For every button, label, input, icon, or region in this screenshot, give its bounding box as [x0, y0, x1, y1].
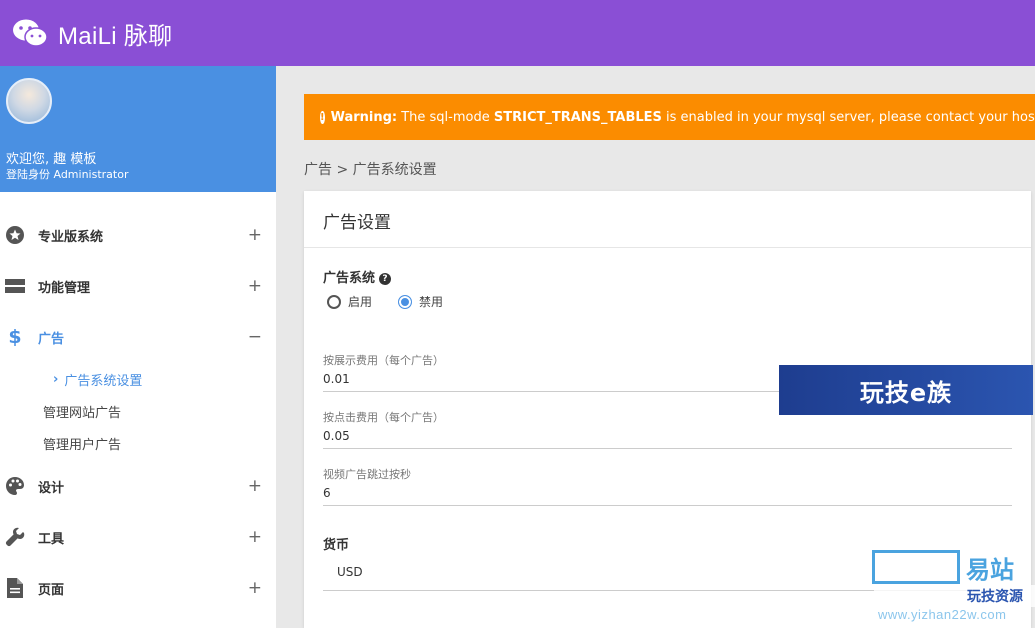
sql-mode-warning: ! Warning: The sql-mode STRICT_TRANS_TAB… [304, 94, 1035, 140]
submenu-item-label: 管理用户广告 [43, 437, 122, 453]
watermark-logo: 易站 玩技资源 www.yizhan22w.com [872, 549, 1035, 628]
video-skip-seconds-input[interactable]: 6 [323, 486, 1012, 506]
user-role: 登陆身份 Administrator [6, 168, 129, 181]
watermark-badge: 玩技e族 [779, 365, 1033, 415]
sidebar-item-label: 广告 [38, 331, 65, 347]
radio-checked-icon[interactable] [398, 294, 412, 309]
watermark-cn-text: 易站 [966, 555, 1014, 584]
star-icon [5, 225, 25, 245]
exclamation-icon: ! [320, 110, 325, 124]
sidebar-item-label: 设计 [38, 480, 65, 496]
sidebar-item-pro-system[interactable]: 专业版系统 + [0, 218, 276, 252]
welcome-text: 欢迎您, 趣 模板 [6, 152, 97, 167]
warning-prefix: Warning: [330, 109, 398, 125]
video-skip-seconds-field[interactable]: 视频广告跳过按秒 6 [323, 466, 1012, 506]
dollar-icon: $ [8, 326, 22, 348]
sidebar-item-tools[interactable]: 工具 + [0, 520, 276, 554]
wrench-icon [5, 527, 25, 547]
watermark-badge-text: 玩技e族 [859, 378, 953, 407]
expand-icon[interactable]: + [248, 578, 262, 598]
top-bar: MaiLi 脉聊 [0, 0, 1035, 66]
currency-label: 货币 [323, 538, 350, 553]
radio-enable[interactable]: 启用 [327, 293, 372, 310]
submenu-item-label: 管理网站广告 [43, 405, 122, 421]
ad-system-field: 广告系统? [323, 267, 392, 286]
expand-icon[interactable]: + [248, 225, 262, 245]
expand-icon[interactable]: + [248, 276, 262, 296]
video-skip-seconds-label: 视频广告跳过按秒 [323, 468, 411, 481]
sidebar-item-ads[interactable]: $ 广告 − [0, 320, 276, 354]
sidebar-item-feature-management[interactable]: 功能管理 + [0, 269, 276, 303]
avatar[interactable] [6, 78, 52, 124]
warning-text-1: The sql-mode [397, 109, 494, 125]
watermark-url: www.yizhan22w.com [878, 607, 1007, 622]
radio-enable-label: 启用 [348, 295, 373, 309]
expand-icon[interactable]: + [248, 527, 262, 547]
palette-icon [5, 476, 25, 496]
divider [304, 247, 1031, 248]
file-icon [5, 578, 25, 598]
expand-icon[interactable]: + [248, 476, 262, 496]
radio-unchecked-icon[interactable] [327, 294, 341, 309]
submenu-item-ad-system-settings[interactable]: › 广告系统设置 [0, 366, 276, 392]
sidebar-item-design[interactable]: 设计 + [0, 469, 276, 503]
warning-text-2: is enabled in your mysql server, please … [666, 109, 1035, 125]
breadcrumb: 广告 > 广告系统设置 [304, 162, 437, 178]
radio-disable-label: 禁用 [419, 295, 444, 309]
cost-per-click-input[interactable]: 0.05 [323, 429, 1012, 449]
sidebar-item-pages[interactable]: 页面 + [0, 571, 276, 605]
cost-per-click-field[interactable]: 按点击费用（每个广告） 0.05 [323, 409, 1012, 449]
question-icon[interactable]: ? [379, 272, 392, 285]
card-title: 广告设置 [323, 213, 391, 233]
sidebar-item-label: 页面 [38, 582, 65, 598]
sidebar-item-label: 功能管理 [38, 280, 91, 296]
sidebar-item-label: 专业版系统 [38, 229, 104, 245]
collapse-icon[interactable]: − [248, 327, 262, 347]
watermark-top: 易站 [872, 549, 1035, 585]
app-brand[interactable]: MaiLi 脉聊 [58, 16, 172, 51]
radio-disable[interactable]: 禁用 [398, 293, 443, 310]
ad-system-label: 广告系统 [323, 271, 376, 286]
profile-panel: 欢迎您, 趣 模板 登陆身份 Administrator [0, 66, 276, 192]
sidebar-item-label: 工具 [38, 531, 65, 547]
bars-icon [5, 276, 25, 296]
sidebar: 欢迎您, 趣 模板 登陆身份 Administrator 专业版系统 + 功能管… [0, 66, 276, 628]
chevron-right-icon: › [53, 371, 59, 387]
submenu-item-manage-user-ads[interactable]: 管理用户广告 [0, 430, 276, 456]
watermark-logo-icon [872, 550, 960, 584]
submenu-item-label: 广告系统设置 [64, 373, 143, 389]
wechat-logo-icon [13, 19, 48, 47]
warning-sql-mode: STRICT_TRANS_TABLES [493, 109, 662, 125]
watermark-banner: 玩技资源 [874, 585, 1035, 607]
submenu-item-manage-site-ads[interactable]: 管理网站广告 [0, 398, 276, 424]
